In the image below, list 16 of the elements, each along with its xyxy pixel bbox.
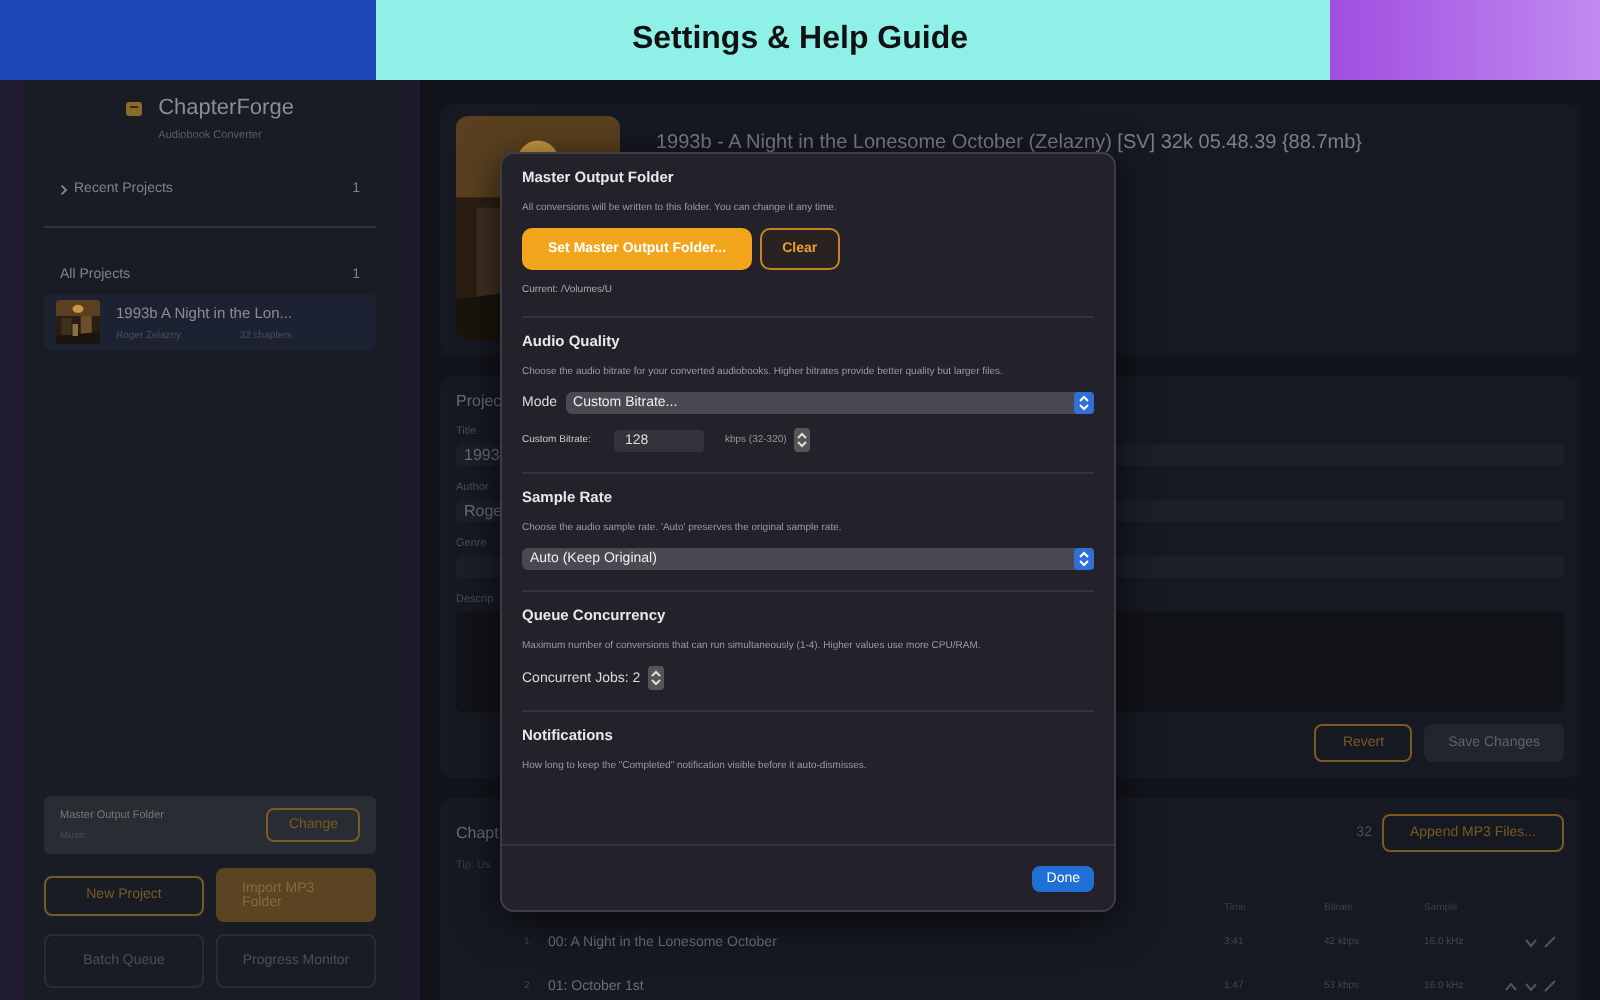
project-title: 1993b - A Night in the Lonesome October (Zelazny) [SV] 32k 05.48.39 {88.7mb}	[656, 132, 1362, 154]
panel-title: Projec	[456, 392, 502, 410]
edit-icon[interactable]	[1544, 936, 1556, 948]
app-name: ChapterForge	[158, 96, 294, 120]
chevron-down-icon[interactable]	[1524, 937, 1538, 947]
book-icon	[126, 101, 143, 115]
stepper-icon[interactable]	[794, 428, 811, 452]
edit-icon[interactable]	[1544, 980, 1556, 992]
chevron-right-icon[interactable]	[60, 183, 68, 195]
chevron-up-icon[interactable]	[1504, 981, 1518, 991]
stepper-icon[interactable]	[648, 666, 665, 690]
banner-title: Settings & Help Guide	[631, 22, 968, 58]
dropdown-icon	[1074, 392, 1094, 414]
dropdown-icon	[1074, 548, 1094, 570]
panel-title: Chapt	[456, 824, 499, 842]
chevron-down-icon[interactable]	[1524, 981, 1538, 991]
